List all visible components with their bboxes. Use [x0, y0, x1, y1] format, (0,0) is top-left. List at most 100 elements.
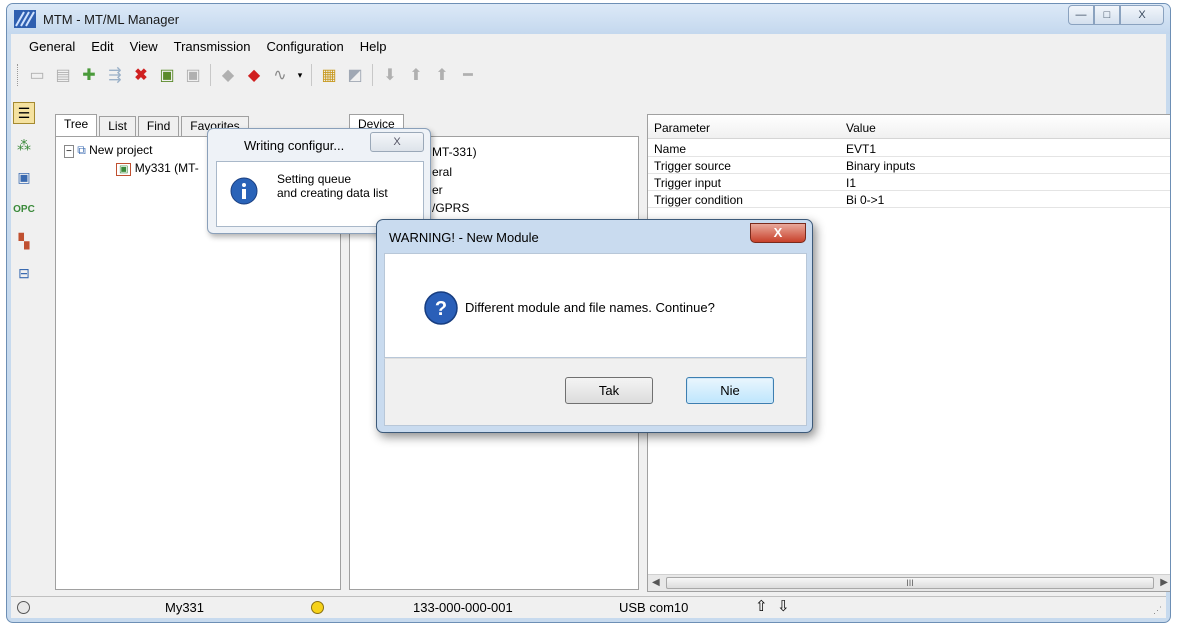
resize-grip-icon[interactable]: ⋰ — [1153, 605, 1162, 616]
table-row[interactable]: Trigger source Binary inputs — [648, 158, 1170, 174]
toast-close-button[interactable]: X — [370, 132, 424, 152]
no-button[interactable]: Nie — [686, 377, 774, 404]
toolbar-grip[interactable] — [17, 64, 20, 86]
toolbar: ▭ ▤ ✚ ⇶ ✖ ▣ ▣ ◆ ◆ ∿ ▾ ▦ ◩ ⬇ ⬆ ⬆ ━ — [11, 60, 479, 90]
title-bar[interactable]: MTM - MT/ML Manager — □ X — [7, 4, 1170, 34]
upload-arrow-icon: ⇧ — [755, 598, 768, 615]
upload2-icon[interactable]: ⬆ — [431, 64, 453, 86]
delete-icon[interactable]: ✖ — [130, 64, 152, 86]
table-row[interactable]: Trigger condition Bi 0->1 — [648, 192, 1170, 208]
menu-general[interactable]: General — [21, 39, 83, 54]
import-icon[interactable]: ⇶ — [104, 64, 126, 86]
connect-icon[interactable]: ◆ — [217, 64, 239, 86]
tree-root-label: New project — [89, 143, 153, 157]
close-icon: X — [773, 225, 783, 240]
tab-list[interactable]: List — [99, 116, 136, 136]
minimize-icon: — — [1075, 9, 1087, 21]
write-config-icon[interactable]: ▣ — [156, 64, 178, 86]
maximize-icon: □ — [1103, 9, 1111, 21]
scroll-right-icon[interactable]: ▶ — [1160, 577, 1168, 588]
param-name: Name — [654, 142, 687, 156]
monitor-icon[interactable]: ▣ — [13, 166, 35, 188]
minimize-button[interactable]: — — [1068, 5, 1094, 25]
status-address: 133-000-000-001 — [413, 600, 513, 615]
device-node[interactable]: er — [432, 183, 443, 197]
column-header-value[interactable]: Value — [846, 121, 876, 135]
device-node[interactable]: /GPRS — [432, 201, 469, 215]
disconnect-icon[interactable]: ◆ — [243, 64, 265, 86]
menu-configuration[interactable]: Configuration — [258, 39, 351, 54]
network-icon[interactable]: ⁂ — [13, 134, 35, 156]
param-name: Trigger input — [654, 176, 721, 190]
add-module-icon[interactable]: ✚ — [78, 64, 100, 86]
scroll-grip: III — [906, 578, 914, 588]
tree-child-node[interactable]: ▣ My331 (MT- — [116, 161, 199, 176]
toast-body: Setting queue and creating data list — [216, 161, 424, 227]
left-icon-rail: ☰ ⁂ ▣ OPC ▚ ⊟ — [11, 96, 37, 586]
param-value[interactable]: Binary inputs — [846, 159, 915, 173]
tools-icon[interactable]: ⊟ — [13, 262, 35, 284]
dialog-close-button[interactable]: X — [750, 223, 806, 243]
activity-led-icon — [311, 601, 324, 614]
menu-transmission[interactable]: Transmission — [166, 39, 259, 54]
opc-icon[interactable]: OPC — [13, 198, 35, 220]
status-bar: My331 133-000-000-001 USB com10 ⇧ ⇩ ⋰ — [11, 596, 1166, 618]
download-icon[interactable]: ⬇ — [379, 64, 401, 86]
toast-title: Writing configur... — [244, 138, 345, 153]
tab-tree[interactable]: Tree — [55, 114, 98, 136]
question-icon: ? — [424, 291, 458, 325]
dialog-message: Different module and file names. Continu… — [465, 300, 715, 315]
menu-edit[interactable]: Edit — [83, 39, 121, 54]
dialog-footer: Tak Nie — [384, 358, 807, 426]
settings-icon[interactable]: ◩ — [344, 64, 366, 86]
new-project-icon[interactable]: ▭ — [26, 64, 48, 86]
scroll-left-icon[interactable]: ◀ — [652, 577, 660, 588]
toolbar-separator — [311, 64, 312, 86]
scroll-thumb[interactable]: III — [666, 577, 1154, 589]
project-tree-icon[interactable]: ☰ — [13, 102, 35, 124]
toolbar-separator — [210, 64, 211, 86]
param-value[interactable]: Bi 0->1 — [846, 193, 884, 207]
yes-button[interactable]: Tak — [565, 377, 653, 404]
tab-find[interactable]: Find — [137, 116, 180, 136]
svg-text:?: ? — [435, 298, 447, 320]
grid-header: Parameter Value — [648, 115, 1170, 139]
module-icon[interactable]: ▤ — [52, 64, 74, 86]
download-arrow-icon: ⇩ — [777, 598, 790, 615]
menu-view[interactable]: View — [122, 39, 166, 54]
project-icon: ⧉ — [77, 143, 86, 157]
device-node[interactable]: MT-331) — [432, 145, 477, 159]
param-value[interactable]: I1 — [846, 176, 856, 190]
dialog-title: WARNING! - New Module — [389, 230, 539, 245]
upload-icon[interactable]: ⬆ — [405, 64, 427, 86]
device-node[interactable]: eral — [432, 165, 452, 179]
open-icon[interactable]: ▦ — [318, 64, 340, 86]
dropdown-arrow-icon[interactable]: ▾ — [295, 64, 305, 86]
param-name: Trigger source — [654, 159, 731, 173]
close-button[interactable]: X — [1120, 5, 1164, 25]
modules-icon[interactable]: ▚ — [13, 230, 35, 252]
link-icon[interactable]: ∿ — [269, 64, 291, 86]
status-port: USB com10 — [619, 600, 689, 615]
param-name: Trigger condition — [654, 193, 743, 207]
remove-icon[interactable]: ━ — [457, 64, 479, 86]
horizontal-scrollbar[interactable]: ◀ III ▶ — [648, 574, 1170, 591]
tree-child-label: My331 (MT- — [134, 161, 199, 175]
column-header-parameter[interactable]: Parameter — [654, 121, 710, 135]
toast-line2: and creating data list — [277, 186, 388, 200]
connection-status-icon — [17, 601, 30, 614]
menu-help[interactable]: Help — [352, 39, 395, 54]
tree-root-node[interactable]: − ⧉ New project — [64, 143, 152, 158]
dialog-body: ? Different module and file names. Conti… — [384, 253, 807, 358]
table-row[interactable]: Trigger input I1 — [648, 175, 1170, 191]
close-icon: X — [393, 136, 401, 148]
close-icon: X — [1138, 9, 1146, 21]
toolbar-separator — [372, 64, 373, 86]
maximize-button[interactable]: □ — [1094, 5, 1120, 25]
warning-dialog: WARNING! - New Module X ? Different modu… — [376, 219, 813, 433]
collapse-icon[interactable]: − — [64, 145, 74, 158]
param-value[interactable]: EVT1 — [846, 142, 876, 156]
table-row[interactable]: Name EVT1 — [648, 141, 1170, 157]
device-icon: ▣ — [116, 163, 132, 176]
read-config-icon[interactable]: ▣ — [182, 64, 204, 86]
